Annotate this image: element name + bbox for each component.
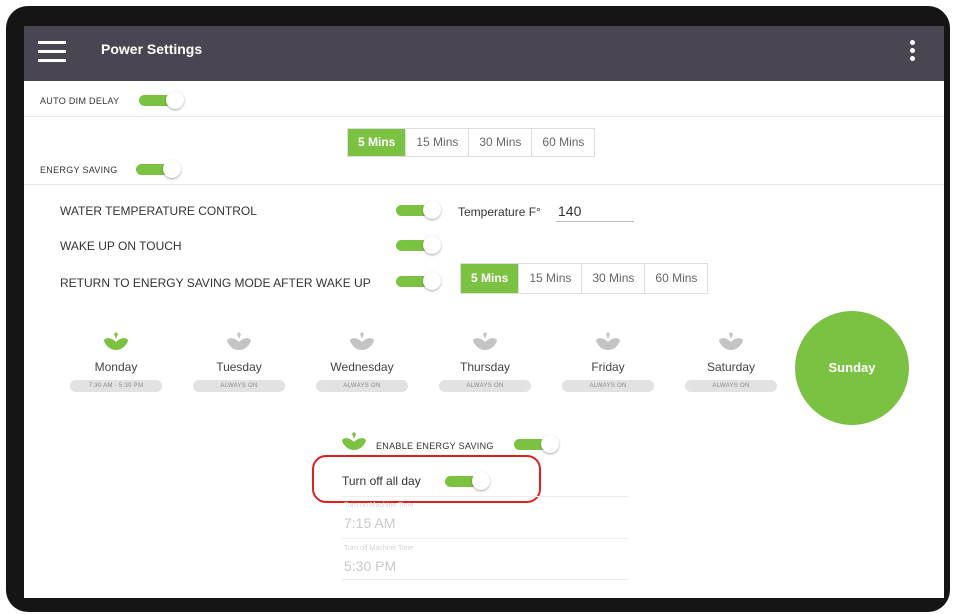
auto-dim-delay-label: AUTO DIM DELAY: [40, 96, 120, 106]
temperature-label: Temperature F°: [458, 205, 541, 219]
day-saturday[interactable]: Saturday ALWAYS ON: [683, 332, 779, 392]
top-app-bar: Power Settings: [24, 26, 944, 81]
day-monday[interactable]: Monday 7:30 AM - 5:30 PM: [68, 332, 164, 392]
day-name: Wednesday: [330, 360, 394, 374]
wake-up-on-touch-toggle[interactable]: [396, 236, 444, 254]
divider: [342, 579, 628, 580]
water-temperature-label: WATER TEMPERATURE CONTROL: [60, 204, 257, 218]
auto-dim-option-15[interactable]: 15 Mins: [405, 129, 468, 156]
return-option-30[interactable]: 30 Mins: [581, 264, 644, 293]
enable-energy-saving-label: ENABLE ENERGY SAVING: [376, 441, 494, 451]
day-wednesday[interactable]: Wednesday ALWAYS ON: [314, 332, 410, 392]
day-name: Thursday: [459, 360, 511, 374]
return-energy-saving-toggle[interactable]: [396, 272, 444, 290]
day-status-badge: ALWAYS ON: [316, 380, 408, 392]
turn-off-all-day-label: Turn off all day: [342, 474, 421, 488]
turn-off-all-day-toggle[interactable]: [445, 472, 493, 490]
leaf-icon: [68, 332, 164, 356]
return-option-5[interactable]: 5 Mins: [461, 264, 519, 293]
day-status-badge: ALWAYS ON: [193, 380, 285, 392]
wake-up-on-touch-label: WAKE UP ON TOUCH: [60, 239, 182, 253]
day-name: Tuesday: [216, 360, 262, 374]
enable-energy-saving-toggle[interactable]: [514, 435, 562, 453]
day-name: Saturday: [706, 360, 756, 374]
auto-dim-delay-options: 5 Mins 15 Mins 30 Mins 60 Mins: [347, 128, 596, 157]
app-screen: Power Settings AUTO DIM DELAY 5 Mins 15 …: [24, 26, 944, 598]
turn-on-time-value[interactable]: 7:15 AM: [344, 515, 395, 531]
auto-dim-option-30[interactable]: 30 Mins: [468, 129, 531, 156]
divider: [342, 496, 628, 497]
divider: [24, 116, 944, 117]
day-status-badge: ALWAYS ON: [439, 380, 531, 392]
energy-saving-label: ENERGY SAVING: [40, 165, 118, 175]
day-sunday-selected[interactable]: Sunday: [795, 311, 909, 425]
turn-on-time-label: Turn on Machine Time: [344, 502, 414, 509]
leaf-icon: [683, 332, 779, 356]
return-option-60[interactable]: 60 Mins: [644, 264, 707, 293]
kebab-icon[interactable]: [910, 40, 916, 64]
day-status-badge: 7:30 AM - 5:30 PM: [70, 380, 162, 392]
energy-saving-toggle[interactable]: [136, 160, 184, 178]
day-friday[interactable]: Friday ALWAYS ON: [560, 332, 656, 392]
temperature-input[interactable]: [556, 201, 634, 222]
leaf-icon: [191, 332, 287, 356]
day-thursday[interactable]: Thursday ALWAYS ON: [437, 332, 533, 392]
leaf-icon: [437, 332, 533, 356]
auto-dim-option-60[interactable]: 60 Mins: [531, 129, 594, 156]
divider: [24, 184, 944, 185]
day-status-badge: ALWAYS ON: [562, 380, 654, 392]
day-name: Monday: [94, 360, 138, 374]
hamburger-icon[interactable]: [38, 41, 66, 63]
day-name: Friday: [591, 360, 625, 374]
day-status-badge: ALWAYS ON: [685, 380, 777, 392]
leaf-icon: [314, 332, 410, 356]
turn-off-time-label: Turn off Machine Time: [344, 545, 414, 552]
leaf-icon: [560, 332, 656, 356]
auto-dim-option-5[interactable]: 5 Mins: [348, 129, 406, 156]
return-option-15[interactable]: 15 Mins: [518, 264, 581, 293]
divider: [342, 538, 628, 539]
auto-dim-delay-toggle[interactable]: [139, 91, 187, 109]
return-mode-options: 5 Mins 15 Mins 30 Mins 60 Mins: [460, 263, 709, 294]
turn-off-time-value[interactable]: 5:30 PM: [344, 558, 396, 574]
day-tuesday[interactable]: Tuesday ALWAYS ON: [191, 332, 287, 392]
water-temperature-toggle[interactable]: [396, 201, 444, 219]
page-title: Power Settings: [101, 41, 203, 57]
return-energy-saving-label: RETURN TO ENERGY SAVING MODE AFTER WAKE …: [60, 276, 371, 290]
